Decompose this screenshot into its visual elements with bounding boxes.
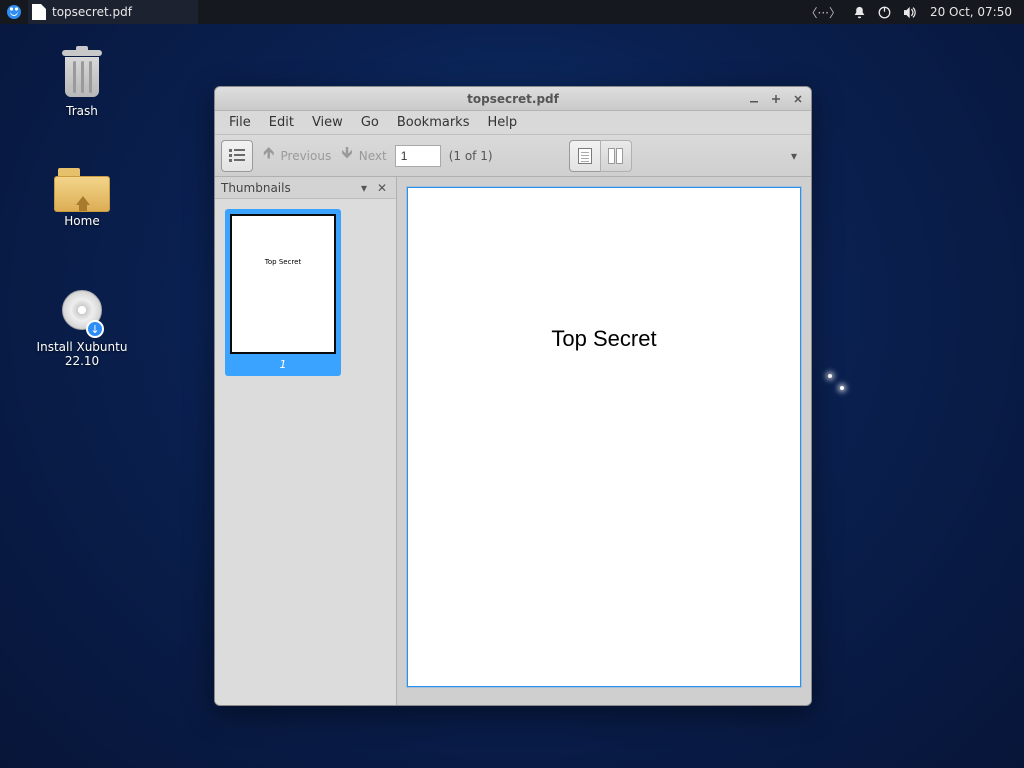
desktop-icon-install[interactable]: ↓ Install Xubuntu 22.10	[22, 290, 142, 368]
arrow-up-icon: 🡹	[261, 142, 277, 169]
folder-home-icon	[54, 168, 110, 212]
desktop-icon-home[interactable]: Home	[32, 168, 132, 228]
desktop-icon-label: Home	[32, 214, 132, 228]
panel-clock[interactable]: 20 Oct, 07:50	[930, 5, 1014, 19]
view-mode-group	[569, 140, 632, 172]
thumbnail-list: Top Secret 1	[215, 199, 396, 705]
network-icon[interactable]: 〈···〉	[806, 4, 841, 21]
document-body-text: Top Secret	[408, 326, 800, 352]
document-page: Top Secret	[407, 187, 801, 687]
trash-icon	[58, 50, 106, 102]
nav-previous-label: Previous	[281, 149, 332, 163]
pdf-viewer-window: topsecret.pdf File Edit View Go Bookmark…	[214, 86, 812, 706]
side-pane: Thumbnails ▾ ✕ Top Secret 1	[215, 177, 397, 705]
arrow-down-icon: 🡻	[339, 142, 355, 169]
volume-icon[interactable]	[903, 6, 918, 19]
side-pane-title: Thumbnails	[221, 181, 291, 195]
maximize-button[interactable]	[767, 90, 785, 108]
wallpaper-spark	[840, 386, 844, 390]
xubuntu-mouse-icon	[6, 4, 22, 20]
menu-go[interactable]: Go	[353, 112, 387, 133]
menu-help[interactable]: Help	[479, 112, 525, 133]
thumbnail-page-1[interactable]: Top Secret 1	[225, 209, 341, 376]
minimize-button[interactable]	[745, 90, 763, 108]
tool-bar: 🡹 Previous 🡻 Next (1 of 1) ▾	[215, 135, 811, 177]
list-icon	[229, 149, 245, 163]
single-page-icon	[578, 148, 592, 164]
side-pane-close-button[interactable]: ✕	[374, 181, 390, 195]
nav-previous[interactable]: 🡹 Previous	[261, 142, 331, 169]
nav-next[interactable]: 🡻 Next	[339, 142, 386, 169]
document-viewport[interactable]: Top Secret	[397, 177, 811, 705]
menu-view[interactable]: View	[304, 112, 351, 133]
notifications-icon[interactable]	[853, 6, 866, 19]
power-icon[interactable]	[878, 6, 891, 19]
top-panel: topsecret.pdf 〈···〉 20 Oct, 07:50	[0, 0, 1024, 24]
view-dual-page-button[interactable]	[600, 140, 632, 172]
side-pane-menu-button[interactable]: ▾	[356, 181, 372, 195]
view-single-page-button[interactable]	[569, 140, 601, 172]
desktop-icon-trash[interactable]: Trash	[32, 50, 132, 118]
toggle-sidepane-button[interactable]	[221, 140, 253, 172]
side-pane-header: Thumbnails ▾ ✕	[215, 177, 396, 199]
page-count-label: (1 of 1)	[449, 149, 493, 163]
page-number-input[interactable]	[395, 145, 441, 167]
thumbnail-text: Top Secret	[232, 258, 334, 266]
dual-page-icon	[608, 148, 623, 164]
menu-file[interactable]: File	[221, 112, 259, 133]
document-icon	[32, 4, 46, 20]
nav-next-label: Next	[359, 149, 387, 163]
menu-bookmarks[interactable]: Bookmarks	[389, 112, 478, 133]
menu-bar: File Edit View Go Bookmarks Help	[215, 111, 811, 135]
desktop-icon-label: Install Xubuntu 22.10	[22, 340, 142, 368]
chevron-down-icon: ▾	[791, 149, 797, 163]
menu-edit[interactable]: Edit	[261, 112, 302, 133]
window-body: Thumbnails ▾ ✕ Top Secret 1 Top Secret	[215, 177, 811, 705]
window-titlebar[interactable]: topsecret.pdf	[215, 87, 811, 111]
toolbar-overflow-button[interactable]: ▾	[783, 140, 805, 172]
close-button[interactable]	[789, 90, 807, 108]
taskbar-item-topsecret[interactable]: topsecret.pdf	[28, 0, 198, 24]
system-tray: 〈···〉 20 Oct, 07:50	[796, 0, 1024, 24]
installer-disc-icon: ↓	[58, 290, 106, 338]
window-title: topsecret.pdf	[467, 92, 559, 106]
thumbnail-number: 1	[230, 354, 336, 373]
whisker-menu-button[interactable]	[0, 0, 28, 24]
wallpaper-spark	[828, 374, 832, 378]
desktop-icon-label: Trash	[32, 104, 132, 118]
taskbar-item-label: topsecret.pdf	[52, 5, 132, 19]
thumbnail-preview: Top Secret	[230, 214, 336, 354]
